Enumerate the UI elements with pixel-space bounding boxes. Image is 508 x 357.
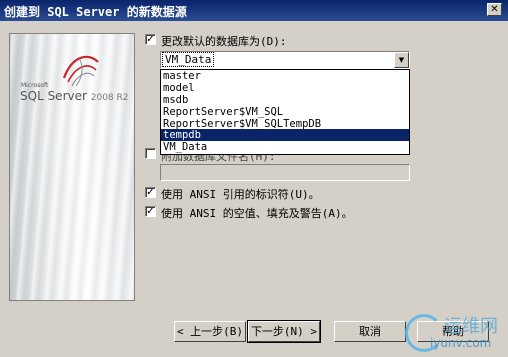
db-option-msdb[interactable]: msdb [161, 94, 409, 106]
sql-server-logo-icon [62, 55, 99, 87]
watermark-url: iyunv.com [430, 336, 492, 350]
close-icon: ✕ [490, 4, 499, 15]
change-default-db-checkbox[interactable]: ✓ [145, 34, 156, 45]
dropdown-button[interactable]: ▼ [394, 52, 409, 68]
db-option-reportserver[interactable]: ReportServer$VM_SQL [161, 106, 409, 118]
change-default-db-label: 更改默认的数据库为(D): [161, 35, 287, 48]
attach-db-filename-field [160, 164, 410, 181]
logo-product-name: SQL Server [20, 89, 87, 103]
logo-product-text: SQL Server 2008 R2 [20, 89, 129, 103]
close-button[interactable]: ✕ [487, 3, 502, 16]
db-option-vm-data[interactable]: VM_Data [161, 141, 409, 153]
next-button[interactable]: 下一步(N) > [247, 320, 321, 343]
product-banner: Microsoft SQL Server 2008 R2 [9, 33, 135, 301]
chevron-down-icon: ▼ [398, 56, 405, 64]
check-icon: ✓ [146, 206, 155, 217]
logo-version: 2008 R2 [90, 93, 129, 103]
ansi-quoted-identifiers-checkbox[interactable]: ✓ [145, 187, 156, 198]
dialog-body: Microsoft SQL Server 2008 R2 ✓ 更改默认的数据库为… [0, 21, 508, 357]
back-button[interactable]: < 上一步(B) [174, 321, 246, 342]
check-icon: ✓ [146, 34, 155, 45]
ansi-quoted-identifiers-label: 使用 ANSI 引用的标识符(U)。 [161, 188, 320, 201]
logo-microsoft-text: Microsoft [21, 82, 49, 89]
check-icon: ✓ [146, 187, 155, 198]
default-db-selected-value: VM_Data [161, 52, 215, 67]
db-option-master[interactable]: master [161, 70, 409, 82]
ansi-nulls-checkbox[interactable]: ✓ [145, 206, 156, 217]
default-db-dropdown-list: master model msdb ReportServer$VM_SQL Re… [160, 69, 410, 155]
default-db-combobox[interactable]: VM_Data ▼ [160, 51, 410, 69]
db-option-model[interactable]: model [161, 82, 409, 94]
window-title: 创建到 SQL Server 的新数据源 [4, 5, 187, 19]
title-bar: 创建到 SQL Server 的新数据源 ✕ [0, 0, 508, 21]
cancel-button[interactable]: 取消 [334, 321, 406, 342]
watermark-text: 运维网 [444, 316, 498, 337]
attach-db-checkbox[interactable] [145, 148, 156, 159]
ansi-nulls-label: 使用 ANSI 的空值、填充及警告(A)。 [161, 207, 353, 220]
db-option-tempdb[interactable]: tempdb [161, 129, 409, 141]
db-option-reportserver-tempdb[interactable]: ReportServer$VM_SQLTempDB [161, 118, 409, 130]
